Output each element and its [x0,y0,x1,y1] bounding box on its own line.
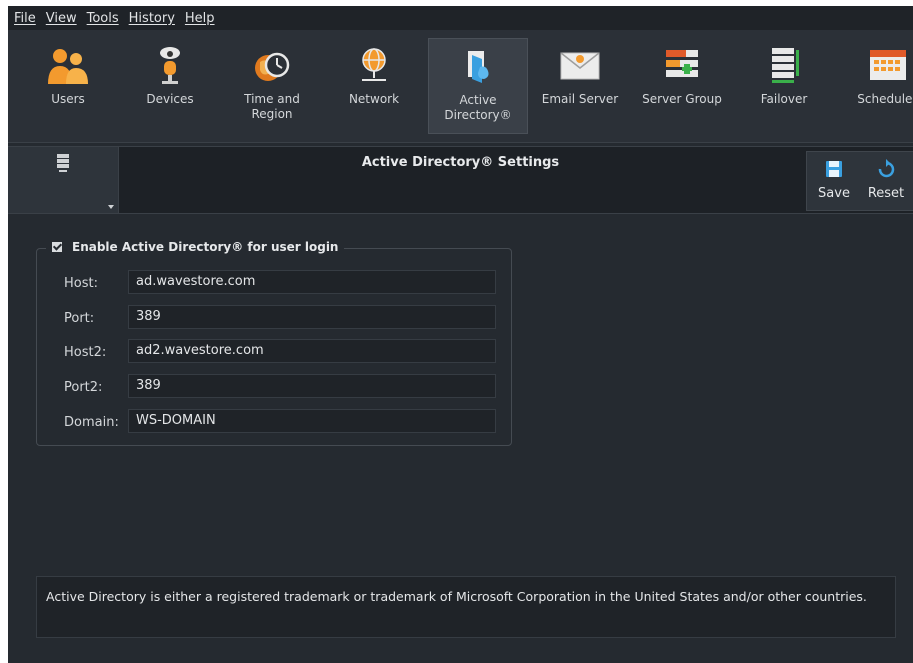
menu-help[interactable]: Help [185,11,215,26]
settings-header: Active Directory® Settings Save Reset [8,146,913,214]
menu-history[interactable]: History [129,11,175,26]
menu-file[interactable]: File [14,11,36,26]
schedules-icon [870,50,906,80]
devices-icon [160,47,180,84]
toolbar-active-directory[interactable]: Active Directory® [428,38,528,134]
toolbar-devices[interactable]: Devices [120,38,220,134]
server-group-icon [666,50,698,77]
toolbar-schedules[interactable]: Schedules [838,38,913,134]
toolbar-devices-label: Devices [146,92,194,106]
trademark-note: Active Directory is either a registered … [36,576,896,638]
failover-icon [772,48,799,83]
port2-row: Port2: 389 [64,374,496,400]
menu-bar: File View Tools History Help [8,6,913,30]
toolbar-server-group-label: Server Group [642,92,722,106]
reset-label: Reset [867,186,905,201]
port-input[interactable]: 389 [128,305,496,329]
dropdown-arrow-icon [108,205,114,209]
toolbar-users[interactable]: Users [18,38,118,134]
users-icon [48,49,88,84]
domain-row: Domain: WS-DOMAIN [64,409,496,435]
active-directory-icon [468,51,489,83]
port-label: Port: [64,310,95,326]
toolbar-email-server[interactable]: Email Server [530,38,630,134]
port2-label: Port2: [64,379,103,395]
time-region-icon [255,52,290,81]
host2-row: Host2: ad2.wavestore.com [64,339,496,365]
settings-toolbar: Users Devices Time and Region Network Ac… [8,30,913,143]
reset-button[interactable]: Reset [862,156,910,201]
app-window: File View Tools History Help Users Devic… [8,6,913,663]
page-title: Active Directory® Settings [361,155,560,170]
toolbar-failover-label: Failover [760,92,808,106]
port2-input[interactable]: 389 [128,374,496,398]
enable-active-directory-checkbox[interactable]: Enable Active Directory® for user login [46,240,345,254]
toolbar-email-server-label: Email Server [541,92,619,106]
email-server-icon [560,52,600,80]
save-button[interactable]: Save [810,156,858,201]
toolbar-active-directory-label: Active Directory® [444,93,512,122]
domain-label: Domain: [64,414,119,430]
host-row: Host: ad.wavestore.com [64,270,496,296]
port-row: Port: 389 [64,305,496,331]
host2-input[interactable]: ad2.wavestore.com [128,339,496,363]
action-toolbar: Save Reset [806,151,913,211]
domain-input[interactable]: WS-DOMAIN [128,409,496,433]
toolbar-server-group[interactable]: Server Group [632,38,732,134]
save-icon [826,161,842,177]
host-input[interactable]: ad.wavestore.com [128,270,496,294]
enable-label: Enable Active Directory® for user login [72,240,339,254]
menu-tools[interactable]: Tools [87,11,119,26]
checkbox-checked-icon [52,242,62,252]
host-label: Host: [64,275,98,291]
reset-icon [878,159,895,178]
save-label: Save [818,186,850,201]
toolbar-failover[interactable]: Failover [734,38,834,134]
menu-view[interactable]: View [46,11,77,26]
toolbar-time-region-label: Time and Region [244,92,300,121]
toolbar-network-label: Network [348,92,400,106]
toolbar-time-region[interactable]: Time and Region [222,38,322,134]
toolbar-network[interactable]: Network [324,38,424,134]
host2-label: Host2: [64,344,107,360]
network-icon [362,48,386,81]
toolbar-users-label: Users [51,92,85,106]
toolbar-schedules-label: Schedules [857,92,913,106]
